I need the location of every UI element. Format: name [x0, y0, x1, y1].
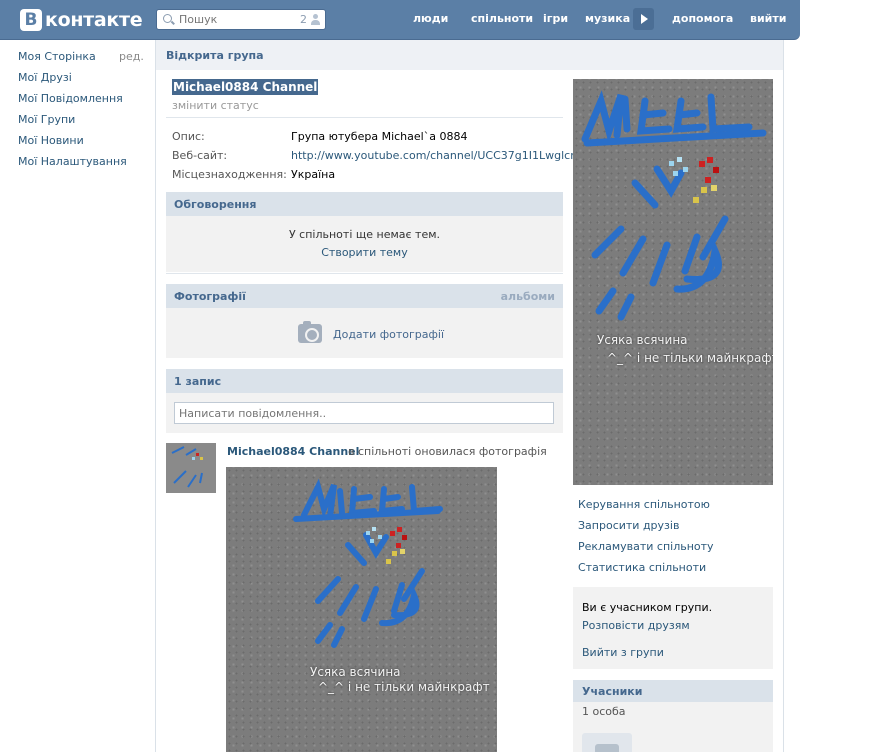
info-value-website-link[interactable]: http://www.youtube.com/channel/UCC37g1I1…	[291, 149, 589, 162]
logo-text: контакте	[45, 9, 143, 31]
participants-count: 1 особа	[582, 705, 626, 718]
info-label-description: Опис:	[172, 130, 205, 143]
group-type-header: Відкрита група	[156, 40, 783, 70]
post-message-input[interactable]	[174, 402, 554, 424]
create-topic-link[interactable]: Створити тему	[166, 246, 563, 259]
info-value-description: Група ютубера Michael`a 0884	[291, 130, 468, 143]
post-author-link[interactable]: Michael0884 Channel	[227, 445, 359, 458]
participants-header[interactable]: Учасники	[573, 680, 773, 702]
photos-title: Фотографії	[174, 290, 246, 303]
group-title: Michael0884 Channel	[172, 79, 319, 95]
nav-help[interactable]: допомога	[672, 12, 733, 25]
info-label-website: Веб-сайт:	[172, 149, 228, 162]
group-avatar-photo[interactable]: Усяка всячина ^_^ і не тільки майнкрафт	[573, 79, 773, 485]
participants-title: Учасники	[582, 685, 643, 698]
menu-my-groups[interactable]: Мої Групи	[18, 113, 75, 126]
menu-my-messages[interactable]: Мої Повідомлення	[18, 92, 123, 105]
discussions-title: Обговорення	[174, 198, 257, 211]
add-photos-link[interactable]: Додати фотографії	[333, 328, 444, 341]
membership-box: Ви є учасником групи. Розповісти друзям …	[573, 587, 773, 669]
search-icon	[163, 14, 172, 23]
photos-header[interactable]: Фотографії альбоми	[166, 284, 563, 308]
play-icon[interactable]	[633, 8, 654, 30]
post-author-avatar[interactable]	[166, 443, 216, 493]
edit-link[interactable]: ред.	[119, 50, 144, 63]
group-photo-caption-1: Усяка всячина	[597, 333, 688, 347]
wall-count-title: 1 запис	[174, 375, 222, 388]
post-image-caption-2: ^_^ і не тільки майнкрафт	[318, 680, 490, 694]
discussions-box: У спільноті ще немає тем. Створити тему	[166, 216, 563, 272]
nav-communities[interactable]: спільноти	[471, 12, 533, 25]
info-label-location: Місцезнаходження:	[172, 168, 287, 181]
logo-letter: В	[20, 9, 42, 31]
discussions-empty-text: У спільноті ще немає тем.	[288, 228, 441, 241]
advertise-community-link[interactable]: Рекламувати спільноту	[578, 540, 714, 553]
nav-logout[interactable]: вийти	[750, 12, 786, 25]
group-photo-caption-2: ^_^ і не тільки майнкрафт	[607, 351, 773, 365]
change-status-link[interactable]: змінити статус	[172, 99, 259, 112]
manage-community-link[interactable]: Керування спільнотою	[578, 498, 710, 511]
divider	[166, 117, 563, 118]
menu-my-page[interactable]: Моя Сторінка	[18, 50, 96, 63]
discussions-header[interactable]: Обговорення	[166, 192, 563, 216]
top-bar: В контакте 2 люди спільноти ігри музика …	[0, 0, 800, 40]
participant-avatar[interactable]	[582, 733, 632, 752]
nav-games[interactable]: ігри	[543, 12, 568, 25]
wall-header[interactable]: 1 запис	[166, 369, 563, 393]
vk-logo[interactable]: В контакте	[20, 7, 143, 33]
albums-link[interactable]: альбоми	[501, 290, 555, 303]
nav-people[interactable]: люди	[413, 12, 448, 25]
tell-friends-link[interactable]: Розповісти друзям	[582, 619, 690, 632]
leave-group-link[interactable]: Вийти з групи	[582, 646, 664, 659]
post-image[interactable]: Усяка всячина ^_^ і не тільки майнкрафт	[226, 467, 497, 752]
invite-friends-link[interactable]: Запросити друзів	[578, 519, 679, 532]
menu-my-news[interactable]: Мої Новини	[18, 134, 84, 147]
community-stats-link[interactable]: Статистика спільноти	[578, 561, 706, 574]
camera-icon[interactable]	[298, 321, 322, 343]
divider	[166, 273, 563, 274]
search-input[interactable]	[179, 11, 289, 28]
post-image-caption-1: Усяка всячина	[310, 665, 401, 679]
nav-music[interactable]: музика	[585, 12, 630, 25]
info-value-location: Україна	[291, 168, 336, 181]
menu-my-friends[interactable]: Мої Друзі	[18, 71, 72, 84]
group-type-label: Відкрита група	[166, 49, 264, 62]
member-status-text: Ви є учасником групи.	[582, 601, 713, 614]
search-box[interactable]: 2	[156, 9, 326, 30]
user-icon	[311, 14, 320, 25]
menu-my-settings[interactable]: Мої Налаштування	[18, 155, 127, 168]
search-count: 2	[300, 13, 307, 26]
post-action-text: в спільноті оновилася фотографія	[348, 445, 547, 458]
